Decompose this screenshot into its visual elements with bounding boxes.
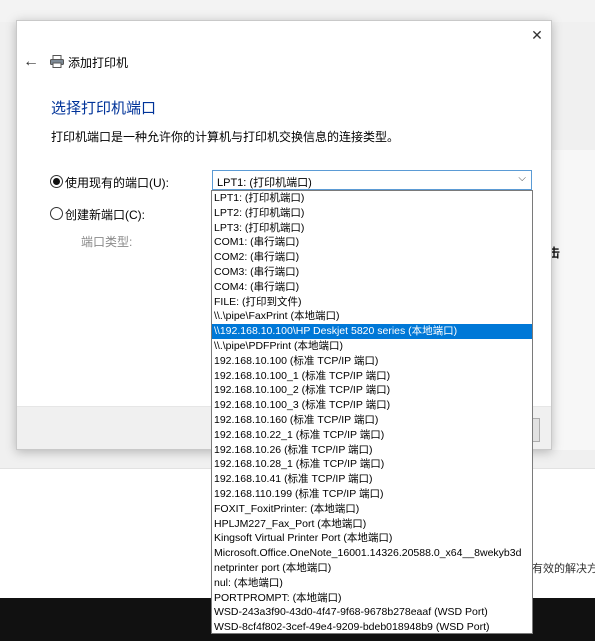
dropdown-option[interactable]: 192.168.10.100 (标准 TCP/IP 端口)	[212, 354, 532, 369]
wizard-title: 添加打印机	[68, 56, 129, 70]
dropdown-option[interactable]: 192.168.10.26 (标准 TCP/IP 端口)	[212, 443, 532, 458]
printer-icon	[50, 55, 64, 68]
back-arrow-icon[interactable]: ←	[23, 53, 41, 71]
dropdown-option[interactable]: LPT3: (打印机端口)	[212, 221, 532, 236]
radio-use-existing-port[interactable]	[50, 175, 63, 188]
dropdown-option[interactable]: \\192.168.10.100\HP Deskjet 5820 series …	[212, 324, 532, 339]
existing-port-select[interactable]: LPT1: (打印机端口) ⌵	[212, 170, 532, 190]
dropdown-option[interactable]: \\.\pipe\FaxPrint (本地端口)	[212, 309, 532, 324]
dropdown-option[interactable]: HPLJM227_Fax_Port (本地端口)	[212, 517, 532, 532]
dropdown-option[interactable]: FOXIT_FoxitPrinter: (本地端口)	[212, 502, 532, 517]
dropdown-option[interactable]: COM1: (串行端口)	[212, 235, 532, 250]
background-window-caption: 有效的解决方	[532, 563, 595, 575]
radio-use-existing-port-label[interactable]: 使用现有的端口(U):	[65, 174, 169, 191]
chevron-down-icon[interactable]: ⌵	[518, 173, 526, 184]
dropdown-option[interactable]: 192.168.110.199 (标准 TCP/IP 端口)	[212, 487, 532, 502]
dropdown-option[interactable]: 192.168.10.22_1 (标准 TCP/IP 端口)	[212, 428, 532, 443]
port-dropdown-list[interactable]: LPT1: (打印机端口) LPT2: (打印机端口) LPT3: (打印机端口) C…	[211, 190, 533, 634]
background-window-strip	[0, 0, 595, 22]
radio-create-new-port-label[interactable]: 创建新端口(C):	[65, 206, 145, 223]
dropdown-option[interactable]: \\.\pipe\PDFPrint (本地端口)	[212, 339, 532, 354]
description-text: 打印机端口是一种允许你的计算机与打印机交换信息的连接类型。	[51, 130, 400, 144]
dropdown-option[interactable]: COM4: (串行端口)	[212, 280, 532, 295]
dropdown-option[interactable]: WSD-243a3f90-43d0-4f47-9f68-9678b278eaaf…	[212, 605, 532, 620]
dropdown-option[interactable]: nul: (本地端口)	[212, 576, 532, 591]
dropdown-option[interactable]: 192.168.10.100_3 (标准 TCP/IP 端口)	[212, 398, 532, 413]
dropdown-option[interactable]: FILE: (打印到文件)	[212, 295, 532, 310]
section-heading: 选择打印机端口	[51, 100, 157, 117]
dropdown-option[interactable]: LPT2: (打印机端口)	[212, 206, 532, 221]
dropdown-option[interactable]: COM2: (串行端口)	[212, 250, 532, 265]
dropdown-option[interactable]: COM3: (串行端口)	[212, 265, 532, 280]
dropdown-option[interactable]: 192.168.10.41 (标准 TCP/IP 端口)	[212, 472, 532, 487]
dropdown-option[interactable]: PORTPROMPT: (本地端口)	[212, 591, 532, 606]
dropdown-option[interactable]: 192.168.10.100_2 (标准 TCP/IP 端口)	[212, 383, 532, 398]
dropdown-option[interactable]: WSD-8cf4f802-3cef-49e4-9209-bdeb018948b9…	[212, 620, 532, 633]
close-button[interactable]: ✕	[527, 25, 547, 45]
dropdown-option[interactable]: 192.168.10.160 (标准 TCP/IP 端口)	[212, 413, 532, 428]
radio-create-new-port[interactable]	[50, 207, 63, 220]
port-type-label: 端口类型:	[81, 235, 133, 249]
existing-port-select-value: LPT1: (打印机端口)	[217, 177, 312, 189]
dropdown-option[interactable]: 192.168.10.28_1 (标准 TCP/IP 端口)	[212, 457, 532, 472]
dropdown-option[interactable]: 192.168.10.100_1 (标准 TCP/IP 端口)	[212, 369, 532, 384]
dropdown-option[interactable]: LPT1: (打印机端口)	[212, 191, 532, 206]
dropdown-option[interactable]: netprinter port (本地端口)	[212, 561, 532, 576]
dropdown-option[interactable]: Kingsoft Virtual Printer Port (本地端口)	[212, 531, 532, 546]
dropdown-option[interactable]: Microsoft.Office.OneNote_16001.14326.205…	[212, 546, 532, 561]
